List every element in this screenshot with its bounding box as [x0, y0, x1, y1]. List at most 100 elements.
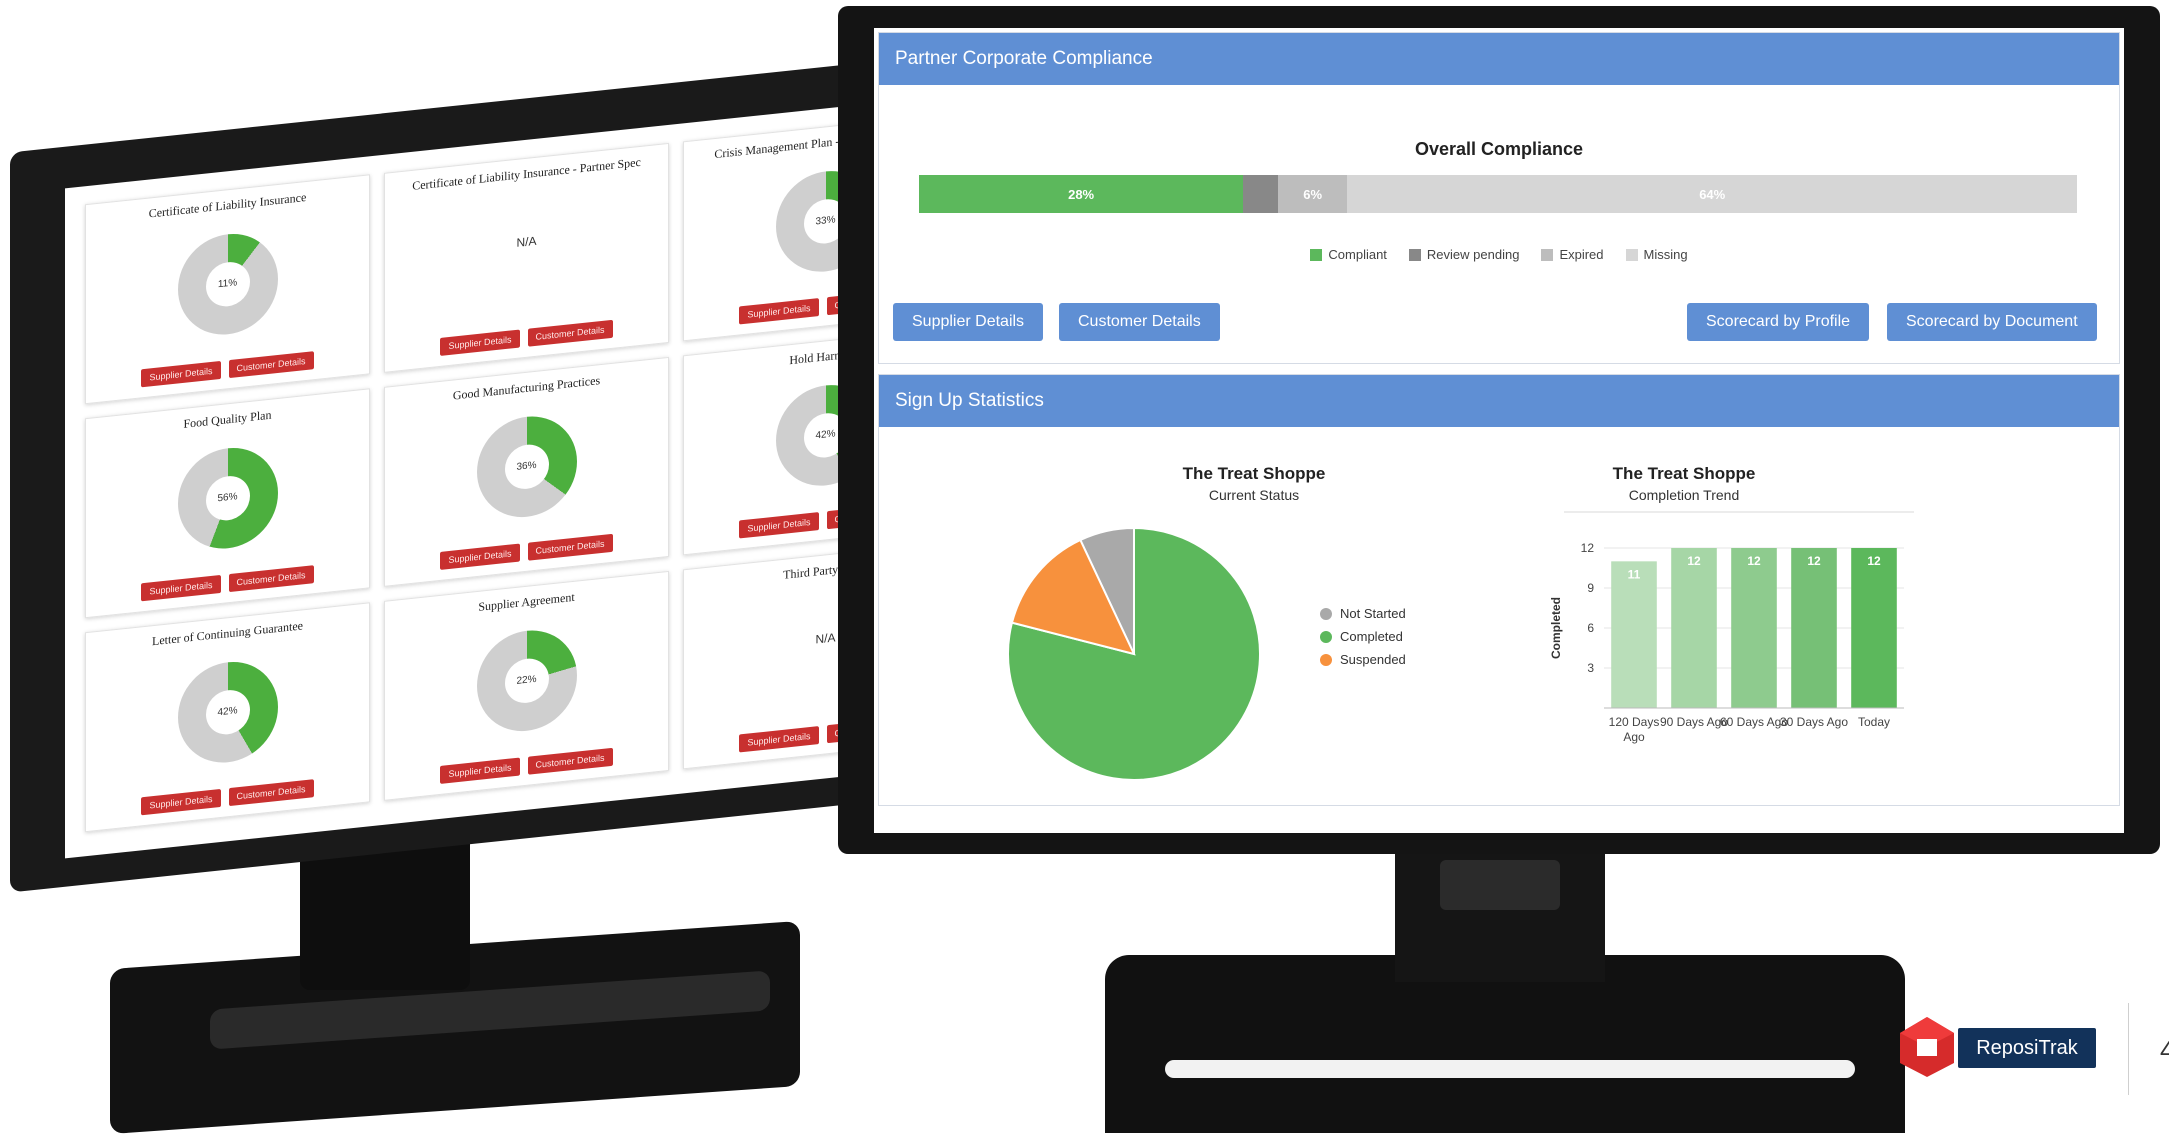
document-card: Good Manufacturing Practices 36% Supplier … — [384, 356, 669, 587]
document-card: Letter of Continuing Guarantee 42% Supplie… — [85, 602, 370, 833]
bar-chart-x-tick: Ago — [1623, 730, 1645, 744]
bar-chart-bar[interactable] — [1611, 561, 1657, 708]
card-supplier-details-button[interactable]: Supplier Details — [739, 726, 819, 753]
compliance-donut: 42% — [177, 657, 278, 768]
overall-compliance-bar: 28% 6% 64% — [919, 175, 2077, 213]
compliance-legend-item[interactable]: Review pending — [1408, 247, 1520, 262]
card-supplier-details-button[interactable]: Supplier Details — [440, 543, 520, 570]
compliance-panel-header: Partner Corporate Compliance — [879, 33, 2119, 85]
document-card-title: Supplier Agreement — [478, 589, 575, 614]
pie-chart-legend: Not Started Completed Suspended — [1320, 602, 1406, 671]
repositrak-logo: ReposiTrak — [1958, 1028, 2096, 1068]
document-card: Certificate of Liability Insurance - Par… — [384, 142, 669, 373]
pie-legend-dot-icon — [1320, 653, 1332, 666]
bar-chart-bar[interactable] — [1731, 548, 1777, 708]
card-supplier-details-button[interactable]: Supplier Details — [739, 512, 819, 539]
donut-percent-label: 56% — [205, 473, 250, 523]
compliance-legend-label: Missing — [1643, 247, 1688, 262]
compliance-bar-segment — [1243, 175, 1278, 213]
bar-chart-y-axis-label: Completed — [1549, 597, 1563, 659]
right-monitor-base-slot — [1165, 1060, 1855, 1078]
document-card-title: Letter of Continuing Guarantee — [152, 618, 303, 649]
compliance-bar-segment: 64% — [1347, 175, 2077, 213]
document-card-title: Food Quality Plan — [183, 407, 272, 431]
pie-legend-item[interactable]: Completed — [1320, 625, 1406, 648]
legend-swatch-icon — [1541, 248, 1554, 261]
donut-percent-label: 11% — [205, 259, 250, 309]
card-customer-details-button[interactable]: Customer Details — [228, 565, 314, 593]
bar-chart-data-label: 12 — [1687, 554, 1701, 568]
document-card: Certificate of Liability Insurance 11% Sup… — [85, 174, 370, 405]
scorecard-by-document-button[interactable]: Scorecard by Document — [1887, 303, 2097, 341]
bar-chart-x-tick: Today — [1858, 715, 1890, 729]
scorecard-by-profile-button[interactable]: Scorecard by Profile — [1687, 303, 1870, 341]
card-customer-details-button[interactable]: Customer Details — [228, 779, 314, 807]
card-supplier-details-button[interactable]: Supplier Details — [141, 789, 221, 816]
bar-chart-subtitle: Completion Trend — [1628, 487, 1740, 503]
compliance-donut: 36% — [476, 411, 577, 523]
compliance-legend-item[interactable]: Compliant — [1310, 247, 1387, 262]
document-card-title: Good Manufacturing Practices — [452, 373, 601, 403]
bar-chart-data-label: 11 — [1628, 567, 1641, 581]
document-card-actions: Supplier Details Customer Details — [86, 773, 369, 821]
card-supplier-details-button[interactable]: Supplier Details — [141, 575, 221, 602]
pie-chart-title: The Treat Shoppe — [1182, 464, 1326, 483]
bar-chart-title: The Treat Shoppe — [1612, 464, 1756, 483]
pie-legend-dot-icon — [1320, 607, 1332, 620]
document-card: Supplier Agreement 22% Supplier Details Cus… — [384, 570, 669, 801]
bar-chart-data-label: 12 — [1747, 554, 1761, 568]
pie-legend-dot-icon — [1320, 630, 1332, 643]
bar-chart-bar[interactable] — [1791, 548, 1837, 708]
card-supplier-details-button[interactable]: Supplier Details — [440, 329, 520, 356]
card-customer-details-button[interactable]: Customer Details — [527, 747, 613, 775]
compliance-donut: 22% — [476, 625, 577, 737]
compliance-bar-segment: 6% — [1277, 175, 1348, 213]
bar-chart-bar[interactable] — [1671, 548, 1717, 708]
card-customer-details-button[interactable]: Customer Details — [228, 351, 314, 379]
pie-chart-subtitle: Current Status — [1208, 487, 1300, 503]
compliance-bar-segment: 28% — [919, 175, 1244, 213]
compliance-legend-item[interactable]: Expired — [1541, 247, 1604, 262]
bar-chart-x-tick: 60 Days Ago — [1720, 715, 1788, 729]
pie-legend-item[interactable]: Suspended — [1320, 648, 1406, 671]
compliance-legend-label: Review pending — [1426, 247, 1520, 262]
compliance-legend-label: Expired — [1559, 247, 1604, 262]
legend-swatch-icon — [1310, 248, 1323, 261]
bar-chart-data-label: 12 — [1807, 554, 1821, 568]
right-monitor-screen: Partner Corporate Compliance Overall Com… — [874, 28, 2124, 833]
status-pie-chart — [1007, 526, 1261, 781]
bar-chart-data-label: 12 — [1867, 554, 1881, 568]
document-card-actions: Supplier Details Customer Details — [385, 528, 668, 576]
pie-legend-label: Not Started — [1340, 606, 1406, 621]
document-card-actions: Supplier Details Customer Details — [86, 559, 369, 607]
document-card-title: Certificate of Liability Insurance — [148, 189, 307, 221]
overall-compliance-title: Overall Compliance — [1414, 139, 1584, 159]
pie-legend-label: Suspended — [1340, 652, 1406, 667]
compliance-panel: Partner Corporate Compliance Overall Com… — [878, 32, 2120, 364]
bar-chart-y-tick: 6 — [1587, 621, 1594, 635]
customer-details-button[interactable]: Customer Details — [1059, 303, 1220, 341]
card-customer-details-button[interactable]: Customer Details — [527, 533, 613, 561]
bar-chart-y-tick: 12 — [1581, 541, 1595, 555]
bar-chart-bar[interactable] — [1851, 548, 1897, 708]
donut-percent-label: 42% — [205, 687, 250, 737]
supplier-details-button[interactable]: Supplier Details — [893, 303, 1044, 341]
bar-chart-x-tick: 30 Days Ago — [1780, 715, 1848, 729]
card-customer-details-button[interactable]: Customer Details — [527, 319, 613, 347]
signup-panel-header: Sign Up Statistics — [879, 375, 2119, 427]
page-number: 4 — [2160, 1035, 2169, 1065]
legend-swatch-icon — [1625, 248, 1638, 261]
repositrak-logo-icon — [1900, 1017, 1954, 1077]
card-supplier-details-button[interactable]: Supplier Details — [440, 757, 520, 784]
card-supplier-details-button[interactable]: Supplier Details — [739, 298, 819, 325]
not-applicable-label: N/A — [516, 233, 537, 250]
card-supplier-details-button[interactable]: Supplier Details — [141, 361, 221, 388]
compliance-donut: 56% — [177, 443, 278, 554]
document-card-actions: Supplier Details Customer Details — [385, 742, 668, 790]
footer-divider — [2128, 1003, 2129, 1095]
compliance-legend-item[interactable]: Missing — [1625, 247, 1688, 262]
document-card: Food Quality Plan 56% Supplier Details Cust… — [85, 388, 370, 619]
compliance-legend: Compliant Review pending Expired Missing — [879, 247, 2119, 262]
compliance-legend-label: Compliant — [1328, 247, 1387, 262]
pie-legend-item[interactable]: Not Started — [1320, 602, 1406, 625]
